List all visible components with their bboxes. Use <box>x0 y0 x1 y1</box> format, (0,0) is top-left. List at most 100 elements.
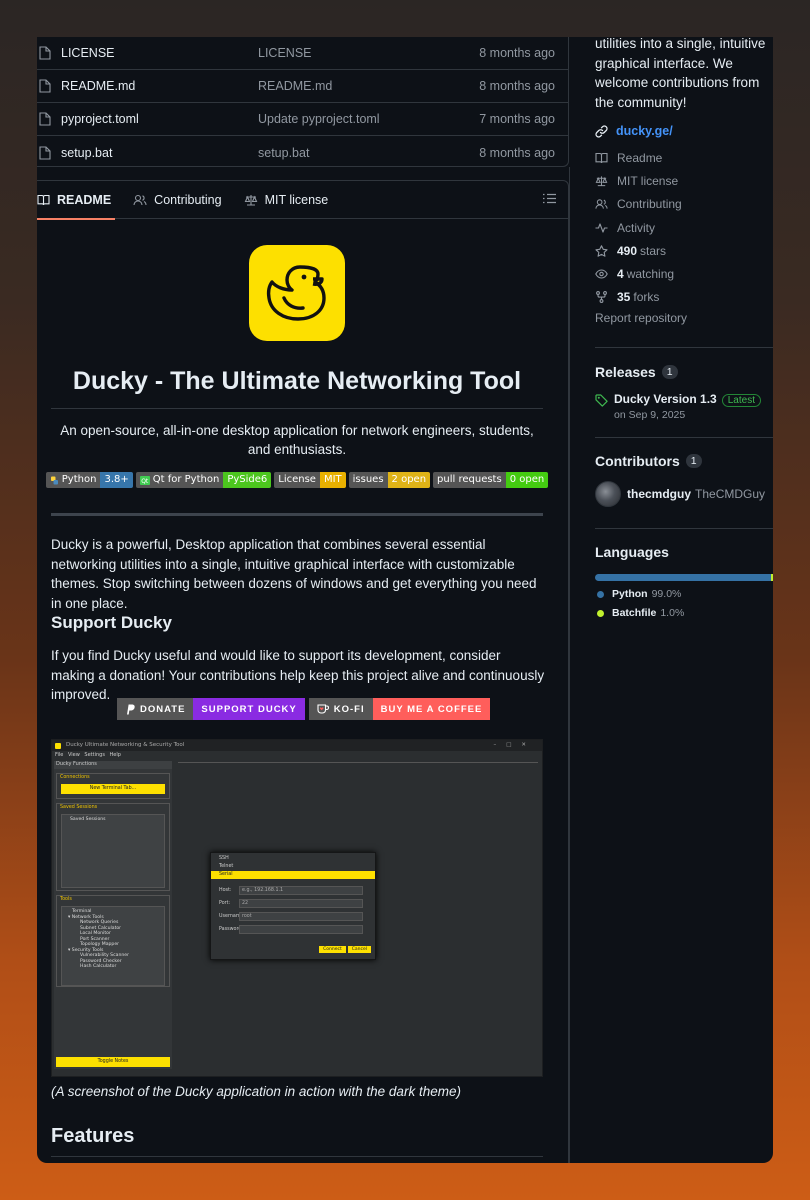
book-icon <box>37 194 50 205</box>
tools-group: Tools Terminal ▾ Network Tools Network Q… <box>56 895 170 987</box>
qt-badge[interactable]: Qt Qt for Python PySide6 <box>135 472 272 488</box>
link-icon <box>595 124 608 138</box>
cancel-button: Cancel <box>347 946 371 953</box>
app-screenshot: Ducky Ultimate Networking & Security Too… <box>51 739 543 1077</box>
file-row[interactable]: setup.bat setup.bat 8 months ago <box>37 136 568 169</box>
support-ducky-button[interactable]: SUPPORT DUCKY <box>193 698 305 720</box>
releases-count: 1 <box>661 365 678 379</box>
license-link[interactable]: MIT license <box>595 169 773 192</box>
dialog-buttons: Connect Cancel <box>319 946 371 953</box>
book-icon <box>595 152 608 163</box>
avatar[interactable] <box>595 481 621 507</box>
badge-row: Python 3.8+ Qt Qt for Python PySide6 Lice… <box>37 472 557 488</box>
toggle-notes-button: Toggle Notes <box>56 1057 170 1067</box>
tag-icon <box>595 394 608 407</box>
donate-badges: DONATE SUPPORT DUCKY KO-FI BUY ME A COFF… <box>117 698 491 720</box>
connection-dialog: SSH Telnet Serial Host: e.g., 192.168.1.1… <box>210 852 376 960</box>
paypal-icon <box>127 704 135 714</box>
latest-release[interactable]: Ducky Version 1.3 Latest on Sep 9, 2025 <box>595 392 773 421</box>
app-logo-icon <box>55 743 61 749</box>
forks-link[interactable]: 35 forks <box>595 286 773 309</box>
law-icon <box>244 194 257 206</box>
tab-contributing[interactable]: Contributing <box>133 181 222 219</box>
contributor-item[interactable]: thecmdguy TheCMDGuy <box>595 481 773 507</box>
watching-link[interactable]: 4 watching <box>595 262 773 285</box>
languages-heading: Languages <box>595 544 669 560</box>
file-name[interactable]: pyproject.toml <box>61 112 258 126</box>
contributing-link[interactable]: Contributing <box>595 193 773 216</box>
file-name[interactable]: setup.bat <box>61 146 258 160</box>
language-dot <box>597 590 604 598</box>
commit-date: 8 months ago <box>479 46 555 60</box>
host-row: Host: e.g., 192.168.1.1 <box>211 885 375 896</box>
file-row[interactable]: LICENSE LICENSE 8 months ago <box>37 37 568 70</box>
language-batchfile[interactable]: Batchfile 1.0% <box>595 607 773 619</box>
commit-message[interactable]: README.md <box>258 79 479 93</box>
activity-link[interactable]: Activity <box>595 216 773 239</box>
license-badge[interactable]: License MIT <box>274 472 346 488</box>
features-heading: Features <box>51 1125 543 1157</box>
tab-label: README <box>57 192 112 207</box>
people-icon <box>133 194 147 205</box>
password-row: Password: <box>211 924 375 935</box>
fork-icon <box>596 291 607 304</box>
contributors-heading[interactable]: Contributors 1 <box>595 453 773 469</box>
commit-message[interactable]: Update pyproject.toml <box>258 112 479 126</box>
intro-paragraph: Ducky is a powerful, Desktop application… <box>51 537 537 611</box>
group-title: Saved Sessions <box>60 805 98 810</box>
commit-message[interactable]: LICENSE <box>258 46 479 60</box>
tools-tree: Terminal ▾ Network Tools Network Queries… <box>61 906 165 986</box>
column-divider <box>569 167 570 1163</box>
buy-me-a-coffee-button[interactable]: BUY ME A COFFEE <box>372 698 491 720</box>
law-icon <box>595 176 608 187</box>
duck-icon <box>266 265 326 321</box>
releases-section: Releases 1 Ducky Version 1.3 Latest on Sep… <box>595 347 773 421</box>
donate-badge-label[interactable]: DONATE <box>117 698 194 720</box>
readme-tabs: README Contributing MIT license <box>37 181 568 220</box>
tab-readme[interactable]: README <box>37 181 116 220</box>
file-name[interactable]: README.md <box>61 79 258 93</box>
commit-message[interactable]: setup.bat <box>258 146 479 160</box>
sessions-list: Saved Sessions <box>61 814 165 888</box>
star-icon <box>595 245 608 257</box>
release-date: on Sep 9, 2025 <box>614 409 686 421</box>
repo-meta: Readme MIT license Contributing Activity… <box>595 146 773 325</box>
app-menubar: File View Settings Help <box>55 752 121 758</box>
python-badge[interactable]: Python 3.8+ <box>45 472 133 488</box>
release-name[interactable]: Ducky Version 1.3 <box>614 392 717 406</box>
commit-date: 8 months ago <box>479 79 555 93</box>
group-title: Tools <box>60 897 72 902</box>
file-row[interactable]: README.md README.md 8 months ago <box>37 70 568 103</box>
stars-link[interactable]: 490 stars <box>595 239 773 262</box>
releases-heading[interactable]: Releases 1 <box>595 364 773 380</box>
language-bar-segment <box>771 574 773 581</box>
contributors-section: Contributors 1 thecmdguy TheCMDGuy <box>595 437 773 507</box>
qt-icon: Qt <box>139 475 150 485</box>
report-repository-link[interactable]: Report repository <box>595 311 773 325</box>
file-list: LICENSE LICENSE 8 months ago README.md R… <box>37 37 569 167</box>
tab-strip <box>178 762 538 763</box>
file-icon <box>39 79 51 93</box>
commit-date: 7 months ago <box>479 112 555 126</box>
pull-requests-badge[interactable]: pull requests 0 open <box>433 472 549 488</box>
pulse-icon <box>595 222 608 233</box>
homepage-link[interactable]: ducky.ge/ <box>595 124 773 138</box>
saved-sessions-group: Saved Sessions Saved Sessions <box>56 803 170 891</box>
dialog-option: SSH <box>219 856 229 861</box>
app-window-title: Ducky Ultimate Networking & Security Too… <box>66 742 185 748</box>
readme-link[interactable]: Readme <box>595 146 773 169</box>
group-title: Connections <box>60 775 90 780</box>
outline-list-icon[interactable] <box>543 193 556 204</box>
contributor-name: TheCMDGuy <box>695 487 766 501</box>
tab-license[interactable]: MIT license <box>244 181 328 219</box>
file-row[interactable]: pyproject.toml Update pyproject.toml 7 m… <box>37 103 568 136</box>
issues-badge[interactable]: issues 2 open <box>348 472 431 488</box>
repo-page: LICENSE LICENSE 8 months ago README.md R… <box>37 37 773 1163</box>
language-python[interactable]: Python 99.0% <box>595 588 773 600</box>
contributor-login[interactable]: thecmdguy <box>627 487 691 501</box>
kofi-badge-label[interactable]: KO-FI <box>308 698 373 720</box>
panel-title: Ducky Functions <box>54 761 172 769</box>
language-bar-segment <box>595 574 772 581</box>
file-name[interactable]: LICENSE <box>61 46 258 60</box>
divider <box>51 513 543 516</box>
